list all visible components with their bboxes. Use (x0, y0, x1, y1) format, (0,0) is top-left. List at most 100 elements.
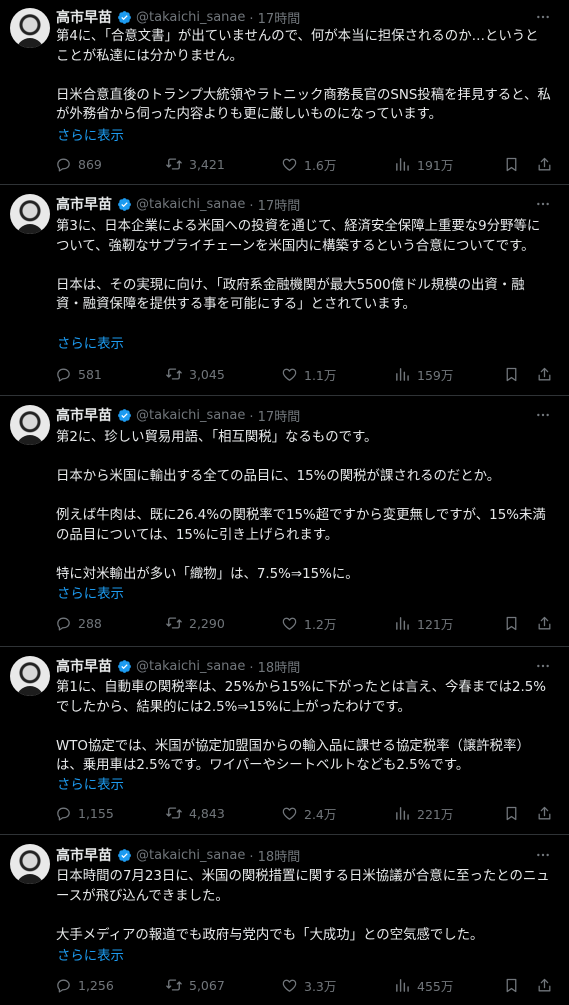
tweet-paragraph: 第3に、日本企業による米国への投資を通じて、経済安全保障上重要な9分野等について… (56, 219, 541, 254)
retweet-count: 2,290 (189, 615, 225, 631)
more-dots-icon[interactable] (533, 194, 553, 214)
more-dots-icon[interactable] (533, 656, 553, 676)
share-button[interactable] (536, 803, 553, 823)
reply-bubble-icon (57, 158, 70, 172)
retweet-count: 5,067 (189, 977, 225, 993)
more-dots-icon[interactable] (533, 7, 553, 27)
views-bar-chart-icon (396, 978, 409, 992)
author-name[interactable]: 高市早苗 (56, 194, 112, 214)
views-bar-chart-icon (396, 806, 409, 820)
tweet-paragraph: 日本時間の7月23日に、米国の関税措置に関する日米協議が合意に至ったとのニュース… (56, 869, 550, 904)
retweet-icon (166, 807, 182, 819)
like-button[interactable]: 1.2万 (281, 613, 336, 633)
reply-button[interactable]: 1,256 (55, 975, 114, 995)
bookmark-button[interactable] (503, 975, 520, 995)
tweet-text: 第4に、「合意文書」が出ていませんので、何が本当に担保されるのか…というとことが… (56, 27, 551, 125)
tweet-time[interactable]: · 17時間 (249, 406, 300, 425)
reply-button[interactable]: 288 (55, 613, 102, 633)
bookmark-button[interactable] (503, 154, 520, 174)
retweet-button[interactable]: 3,421 (165, 154, 225, 174)
verified-badge-icon (116, 658, 132, 674)
views-count: 159万 (417, 367, 454, 383)
tweet[interactable]: 高市早苗 @takaichi_sanae · 17時間 第2に、珍しい貿易用語、… (0, 397, 569, 643)
reply-button[interactable]: 581 (55, 364, 102, 384)
retweet-count: 3,421 (189, 156, 225, 172)
more-dots-icon[interactable] (533, 405, 553, 425)
reply-bubble-icon (57, 807, 70, 821)
reply-bubble-icon (57, 368, 70, 382)
reply-count: 869 (78, 156, 102, 172)
show-more-link[interactable]: さらに表示 (57, 124, 124, 144)
tweet-time[interactable]: · 18時間 (249, 657, 300, 676)
tweet-paragraph: 特に対米輸出が多い「織物」は、7.5%⇒15%に。 (56, 566, 359, 582)
tweet-paragraph: 大手メディアの報道でも政府与党内でも「大成功」との空気感でした。 (56, 927, 484, 943)
retweet-count: 3,045 (189, 366, 225, 382)
reply-count: 581 (78, 366, 102, 382)
tweet-paragraph: 日米合意直後のトランプ大統領やラトニック商務長官のSNS投稿を拝見すると、私が外… (56, 87, 551, 123)
views-count: 121万 (417, 616, 454, 632)
avatar[interactable] (10, 844, 50, 884)
views-count: 221万 (417, 806, 454, 822)
verified-badge-icon (116, 9, 132, 25)
heart-icon (282, 979, 297, 992)
retweet-icon (166, 158, 182, 170)
bookmark-button[interactable] (503, 613, 520, 633)
tweet-actions: 288 2,290 1.2万 121万 (55, 613, 555, 633)
tweet-time[interactable]: · 17時間 (249, 195, 300, 214)
avatar[interactable] (10, 405, 50, 445)
share-button[interactable] (536, 613, 553, 633)
author-name[interactable]: 高市早苗 (56, 845, 112, 865)
retweet-button[interactable]: 3,045 (165, 364, 225, 384)
retweet-button[interactable]: 2,290 (165, 613, 225, 633)
views-button[interactable]: 455万 (394, 975, 453, 995)
tweet-time[interactable]: · 17時間 (249, 8, 300, 27)
author-name[interactable]: 高市早苗 (56, 7, 112, 27)
author-handle[interactable]: @takaichi_sanae (136, 408, 245, 423)
avatar[interactable] (10, 8, 50, 48)
tweet[interactable]: 高市早苗 @takaichi_sanae · 17時間 第3に、日本企業による米… (0, 186, 569, 394)
author-handle[interactable]: @takaichi_sanae (136, 197, 245, 212)
share-icon (538, 806, 551, 819)
tweet[interactable]: 高市早苗 @takaichi_sanae · 17時間 第4に、「合意文書」が出… (0, 0, 569, 184)
avatar[interactable] (10, 656, 50, 696)
author-handle[interactable]: @takaichi_sanae (136, 659, 245, 674)
views-button[interactable]: 191万 (394, 154, 453, 174)
tweet-actions: 581 3,045 1.1万 159万 (55, 364, 555, 384)
share-button[interactable] (536, 154, 553, 174)
retweet-count: 4,843 (189, 805, 225, 821)
retweet-button[interactable]: 5,067 (165, 975, 225, 995)
views-count: 455万 (417, 978, 454, 994)
share-button[interactable] (536, 364, 553, 384)
show-more-link[interactable]: さらに表示 (57, 773, 124, 793)
show-more-link[interactable]: さらに表示 (57, 332, 124, 352)
tweet-actions: 1,256 5,067 3.3万 455万 (55, 975, 555, 995)
share-button[interactable] (536, 975, 553, 995)
tweet-header: 高市早苗 @takaichi_sanae · 17時間 (56, 7, 300, 27)
like-button[interactable]: 1.6万 (281, 154, 336, 174)
author-handle[interactable]: @takaichi_sanae (136, 848, 245, 863)
avatar[interactable] (10, 194, 50, 234)
tweet[interactable]: 高市早苗 @takaichi_sanae · 18時間 日本時間の7月23日に、… (0, 836, 569, 1005)
show-more-link[interactable]: さらに表示 (57, 944, 124, 964)
retweet-button[interactable]: 4,843 (165, 803, 225, 823)
more-dots-icon[interactable] (533, 845, 553, 865)
tweet-time[interactable]: · 18時間 (249, 846, 300, 865)
bookmark-button[interactable] (503, 803, 520, 823)
views-button[interactable]: 221万 (394, 803, 453, 823)
views-button[interactable]: 159万 (394, 364, 453, 384)
author-name[interactable]: 高市早苗 (56, 405, 112, 425)
tweet[interactable]: 高市早苗 @takaichi_sanae · 18時間 第1に、自動車の関税率は… (0, 648, 569, 833)
reply-bubble-icon (57, 617, 70, 631)
tweet-paragraph: 第2に、珍しい貿易用語、「相互関税」なるものです。 (56, 430, 378, 445)
show-more-link[interactable]: さらに表示 (57, 582, 124, 602)
views-button[interactable]: 121万 (394, 613, 453, 633)
like-button[interactable]: 1.1万 (281, 364, 336, 384)
bookmark-button[interactable] (503, 364, 520, 384)
bookmark-icon (506, 157, 517, 171)
author-handle[interactable]: @takaichi_sanae (136, 10, 245, 25)
author-name[interactable]: 高市早苗 (56, 656, 112, 676)
reply-button[interactable]: 1,155 (55, 803, 114, 823)
reply-button[interactable]: 869 (55, 154, 102, 174)
like-button[interactable]: 3.3万 (281, 975, 336, 995)
like-button[interactable]: 2.4万 (281, 803, 336, 823)
